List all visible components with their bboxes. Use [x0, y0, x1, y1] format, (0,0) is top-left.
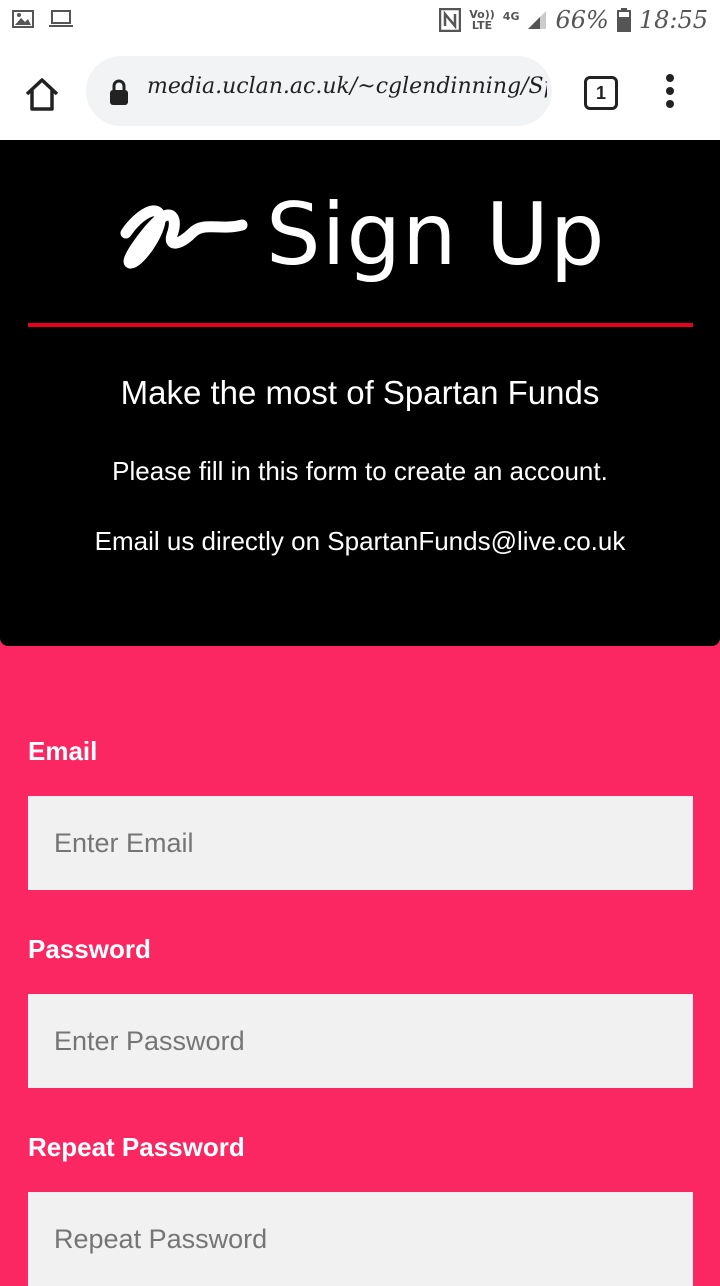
signal-icon [528, 11, 547, 29]
contact-text: Email us directly on SpartanFunds@live.c… [94, 526, 626, 556]
tab-switcher-button[interactable]: 1 [584, 76, 618, 110]
volte-indicator: Vo)) LTE [469, 8, 495, 32]
repeat-password-label: Repeat Password [28, 1132, 245, 1162]
laptop-icon [49, 10, 73, 27]
email-label: Email [28, 736, 98, 766]
repeat-password-field[interactable] [28, 1192, 693, 1286]
nfc-icon [439, 8, 462, 32]
url-text: media.uclan.ac.uk/~cglendinning/Spa [147, 74, 547, 99]
network-type: 4G [502, 9, 520, 23]
email-field[interactable] [28, 796, 693, 890]
browser-toolbar: media.uclan.ac.uk/~cglendinning/Spa 1 [0, 44, 720, 140]
battery-icon [616, 8, 631, 32]
gallery-icon [12, 10, 34, 28]
password-label: Password [28, 934, 151, 964]
battery-percent: 66% [555, 6, 609, 34]
intro-text: Please fill in this form to create an ac… [112, 456, 608, 486]
signup-header: Sign Up Make the most of Spartan Funds P… [0, 140, 720, 646]
logo-icon [120, 205, 248, 269]
password-field[interactable] [28, 994, 693, 1088]
status-bar: Vo)) LTE 4G 66% 18:55 [0, 0, 720, 44]
more-menu-icon[interactable] [660, 74, 680, 110]
home-icon[interactable] [22, 74, 62, 114]
page-subtitle: Make the most of Spartan Funds [120, 374, 600, 411]
address-bar[interactable]: media.uclan.ac.uk/~cglendinning/Spa [86, 56, 552, 126]
clock: 18:55 [638, 6, 708, 34]
page-title: Sign Up [266, 185, 606, 285]
header-divider [28, 323, 693, 327]
lock-icon [110, 79, 128, 105]
